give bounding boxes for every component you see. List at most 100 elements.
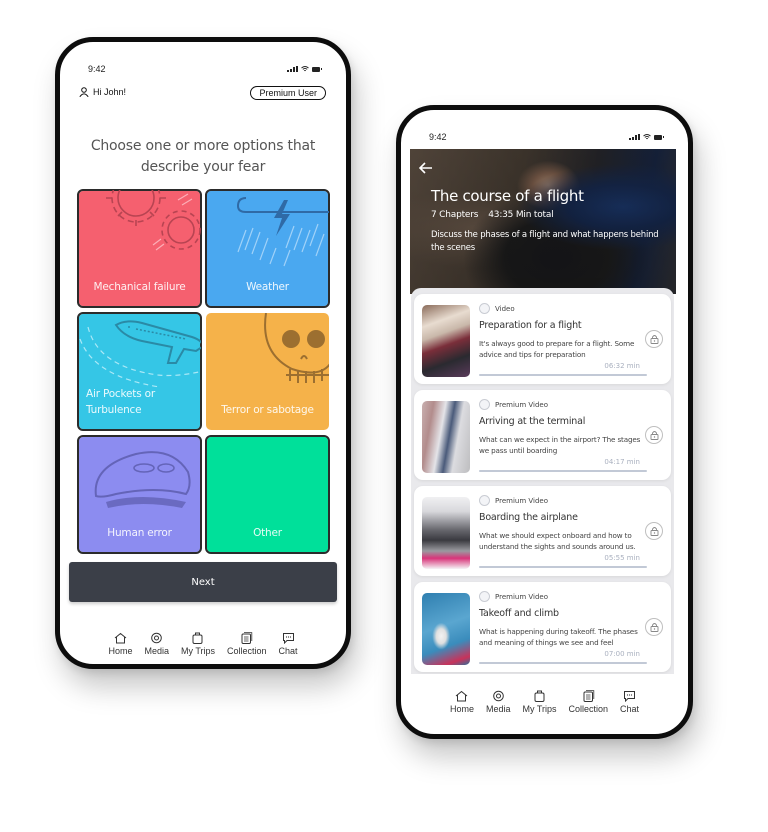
course-hero-image: The course of a flight 7 Chapters 43:35 … bbox=[410, 149, 676, 294]
tab-home[interactable]: Home bbox=[102, 632, 138, 656]
tab-collection[interactable]: Collection bbox=[221, 632, 273, 656]
next-button[interactable]: Next bbox=[69, 562, 337, 602]
chapter-thumbnail bbox=[422, 401, 470, 473]
course-meta: 7 Chapters 43:35 Min total bbox=[431, 210, 554, 220]
chapter-item[interactable]: Premium Video Boarding the airplane What… bbox=[414, 486, 671, 576]
fear-label: Air Pockets or Turbulence bbox=[86, 388, 155, 416]
chat-icon bbox=[624, 691, 636, 702]
chapter-description: What is happening during takeoff. The ph… bbox=[479, 627, 638, 647]
back-arrow-icon[interactable] bbox=[419, 162, 433, 174]
chapter-title: Arriving at the terminal bbox=[479, 416, 586, 427]
tab-label: Home bbox=[449, 704, 474, 714]
lock-icon bbox=[650, 335, 658, 344]
chapter-type: Video bbox=[495, 304, 515, 313]
chapter-title: Boarding the airplane bbox=[479, 512, 578, 523]
chapter-title: Preparation for a flight bbox=[479, 320, 582, 331]
lock-button[interactable] bbox=[645, 426, 663, 444]
fear-option-turbulence[interactable]: Air Pockets or Turbulence bbox=[77, 312, 202, 431]
lock-button[interactable] bbox=[645, 522, 663, 540]
tab-label: Media bbox=[144, 646, 169, 656]
home-icon bbox=[114, 632, 127, 644]
tab-media[interactable]: Media bbox=[480, 690, 517, 714]
fear-option-other[interactable]: Other bbox=[205, 435, 330, 554]
status-time: 9:42 bbox=[88, 64, 106, 74]
fear-label: Weather bbox=[246, 281, 289, 293]
wifi-icon bbox=[301, 66, 309, 72]
tab-label: My Trips bbox=[522, 704, 557, 714]
fear-option-human-error[interactable]: Human error bbox=[77, 435, 202, 554]
chapter-count: 7 Chapters bbox=[431, 210, 479, 220]
play-icon bbox=[479, 591, 490, 602]
tab-chat[interactable]: Chat bbox=[273, 632, 304, 656]
chapter-progress-bar bbox=[479, 374, 647, 376]
fear-label: Other bbox=[253, 527, 282, 539]
tab-label: My Trips bbox=[180, 646, 215, 656]
wifi-icon bbox=[643, 134, 651, 140]
play-icon bbox=[479, 495, 490, 506]
chapter-description: What we should expect onboard and how to… bbox=[479, 531, 636, 551]
suitcase-icon bbox=[192, 632, 203, 644]
fear-label: Mechanical failure bbox=[93, 281, 186, 293]
bottom-tab-bar: Home Media My Trips Collection Chat bbox=[60, 632, 346, 656]
collection-icon bbox=[241, 632, 253, 644]
chat-icon bbox=[282, 633, 294, 644]
tab-label: Chat bbox=[620, 704, 640, 714]
chapter-progress-bar bbox=[479, 662, 647, 664]
tab-chat[interactable]: Chat bbox=[614, 690, 645, 714]
chapter-duration: 05:55 min bbox=[604, 554, 640, 562]
course-description: Discuss the phases of a flight and what … bbox=[431, 230, 659, 253]
status-time: 9:42 bbox=[429, 132, 447, 142]
chapter-thumbnail bbox=[422, 305, 470, 377]
play-icon bbox=[479, 303, 490, 314]
play-icon bbox=[479, 399, 490, 410]
chapter-duration: 04:17 min bbox=[604, 458, 640, 466]
fear-option-terror[interactable]: Terror or sabotage bbox=[206, 313, 329, 430]
lock-button[interactable] bbox=[645, 330, 663, 348]
tab-collection[interactable]: Collection bbox=[563, 690, 615, 714]
lock-icon bbox=[650, 431, 658, 440]
chapter-thumbnail bbox=[422, 497, 470, 569]
signal-icon bbox=[629, 134, 640, 140]
status-bar: 9:42 bbox=[60, 64, 346, 84]
tab-my-trips[interactable]: My Trips bbox=[175, 632, 221, 656]
tab-label: Media bbox=[485, 704, 511, 714]
chapter-item[interactable]: Premium Video Takeoff and climb What is … bbox=[414, 582, 671, 672]
tab-home[interactable]: Home bbox=[444, 690, 480, 714]
chapter-list: Video Preparation for a flight It's alwa… bbox=[411, 288, 674, 674]
total-duration: 43:35 Min total bbox=[488, 210, 554, 220]
fear-label: Human error bbox=[107, 527, 172, 539]
media-icon bbox=[151, 632, 163, 644]
greeting[interactable]: Hi John! bbox=[79, 87, 126, 97]
chapter-item[interactable]: Premium Video Arriving at the terminal W… bbox=[414, 390, 671, 480]
course-detail-phone: 9:42 The course of a flight 7 Chapters 4… bbox=[396, 105, 693, 739]
chapter-type: Premium Video bbox=[495, 496, 548, 505]
tab-label: Collection bbox=[227, 646, 267, 656]
suitcase-icon bbox=[534, 690, 545, 702]
chapter-item[interactable]: Video Preparation for a flight It's alwa… bbox=[414, 294, 671, 384]
fear-options-grid: Mechanical failure Weather Air Pockets o… bbox=[77, 189, 336, 554]
fear-label: Terror or sabotage bbox=[221, 404, 314, 416]
chapter-type: Premium Video bbox=[495, 400, 548, 409]
tab-label: Home bbox=[108, 646, 133, 656]
battery-icon bbox=[312, 66, 322, 72]
chapter-description: It's always good to prepare for a flight… bbox=[479, 339, 635, 359]
tab-my-trips[interactable]: My Trips bbox=[516, 690, 562, 714]
tab-label: Collection bbox=[568, 704, 609, 714]
signal-icon bbox=[287, 66, 298, 72]
battery-icon bbox=[654, 134, 664, 140]
chapter-duration: 06:32 min bbox=[604, 362, 640, 370]
media-icon bbox=[492, 690, 504, 702]
chapter-duration: 07:00 min bbox=[604, 650, 640, 658]
lock-button[interactable] bbox=[645, 618, 663, 636]
tab-label: Chat bbox=[278, 646, 298, 656]
lock-icon bbox=[650, 623, 658, 632]
home-icon bbox=[456, 690, 468, 702]
chapter-thumbnail bbox=[422, 593, 470, 665]
fear-option-mechanical-failure[interactable]: Mechanical failure bbox=[77, 189, 202, 308]
tab-media[interactable]: Media bbox=[138, 632, 175, 656]
fear-selection-phone: 9:42 Hi John! Premium User Choose one or… bbox=[55, 37, 351, 669]
collection-icon bbox=[583, 690, 594, 702]
bottom-tab-bar: Home Media My Trips Collection Chat bbox=[401, 690, 688, 714]
fear-option-weather[interactable]: Weather bbox=[205, 189, 330, 308]
premium-user-badge[interactable]: Premium User bbox=[250, 86, 326, 100]
